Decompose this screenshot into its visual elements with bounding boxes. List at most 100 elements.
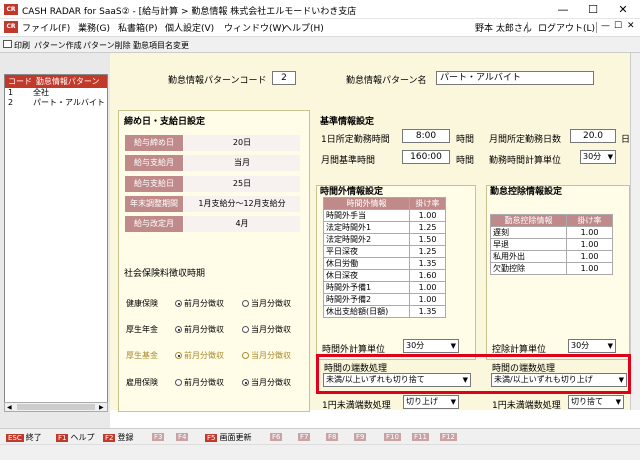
fkey-label: 終了 [25,433,42,442]
employment-insurance-curr-radio[interactable]: 当月分徴収 [242,377,291,388]
deduction-yen-rounding-select[interactable]: 切り捨て ▼ [568,395,624,409]
title-bar: CR CASH RADAR for SaaS② - [給与計算 > 勤怠情報 株… [0,0,640,19]
row-rate[interactable]: 1.25 [409,245,446,258]
table-row[interactable]: 私用外出 1.00 [490,250,613,263]
fkey-badge: F8 [326,433,339,441]
row-rate[interactable]: 1.35 [409,257,446,270]
list-horizontal-scrollbar[interactable]: ◀ ▶ [4,402,108,412]
pattern-code-label: 勤怠情報パターンコード [168,76,267,86]
fkey-badge: F12 [440,433,457,441]
pay-revision-month-value[interactable]: 4月 [184,216,300,232]
fkey-badge: ESC [6,434,24,442]
delete-pattern-button[interactable]: パターン削除 [83,40,131,51]
menu-mailbox[interactable]: 私書箱(P) [118,21,157,34]
create-pattern-button[interactable]: パターン作成 [34,40,82,51]
overtime-yen-rounding-select[interactable]: 切り上げ ▼ [403,395,459,409]
pay-closing-day-value[interactable]: 20日 [184,135,300,151]
health-insurance-curr-radio[interactable]: 当月分徴収 [242,298,291,309]
menu-restore-button[interactable]: ☐ [614,21,622,31]
rename-item-button[interactable]: 勤怠項目名変更 [133,40,189,51]
table-row[interactable]: 欠勤控除 1.00 [490,262,613,275]
fkey-f1[interactable]: F1 ヘルプ [56,432,94,443]
row-rate[interactable]: 1.00 [566,250,613,263]
table-row[interactable]: 休日労働 1.35 [323,257,446,270]
row-rate[interactable]: 1.60 [409,269,446,282]
fkey-f2[interactable]: F2 登録 [103,432,133,443]
print-button[interactable]: 印刷 [14,40,30,51]
table-row[interactable]: 休出支給額(日額) 1.35 [323,305,446,318]
monthly-base-field[interactable]: 160:00 [402,150,450,164]
radio-icon [175,379,182,386]
dropdown-arrow-icon: ▼ [462,376,468,384]
pension-prev-radio[interactable]: 前月分徴収 [175,324,224,335]
row-name: 時間外予備1 [323,281,410,294]
table-row[interactable]: 早退 1.00 [490,238,613,251]
fkey-esc[interactable]: ESC 終了 [6,432,42,443]
daily-hours-field[interactable]: 8:00 [402,129,450,143]
scroll-right-icon[interactable]: ▶ [99,404,104,411]
row-rate[interactable]: 1.25 [409,221,446,234]
row-rate[interactable]: 1.00 [566,238,613,251]
year-end-period-value[interactable]: 1月支給分～12月支給分 [184,196,300,212]
deduction-unit-select[interactable]: 30分 ▼ [568,339,616,353]
select-value: 未満/以上いずれも切り上げ [494,375,593,384]
monthly-days-field[interactable]: 20.0 [570,129,616,143]
scroll-thumb[interactable] [17,404,95,410]
row-rate[interactable]: 1.00 [409,281,446,294]
pattern-code: 1 [8,88,14,97]
row-rate[interactable]: 1.00 [409,293,446,306]
row-rate[interactable]: 1.00 [566,226,613,239]
pay-day-value[interactable]: 25日 [184,176,300,192]
pay-month-value[interactable]: 当月 [184,155,300,171]
row-rate[interactable]: 1.00 [409,209,446,222]
pattern-name-field[interactable]: パート・アルバイト [436,71,594,85]
table-row[interactable]: 休日深夜 1.60 [323,269,446,282]
fkey-f5[interactable]: F5 画面更新 [205,432,251,443]
function-key-bar: ESC 終了 F1 ヘルプ F2 登録 F3 F4 F5 画面更新 F6 F7 F8 F9 F10 F11 F1… [0,428,640,444]
select-value: 切り上げ [406,397,438,406]
menu-close-button[interactable]: ✕ [627,21,635,31]
minimize-button[interactable]: — [548,0,578,19]
overtime-unit-select[interactable]: 30分 ▼ [403,339,459,353]
printer-icon[interactable] [3,40,12,48]
fkey-label: 画面更新 [219,433,252,442]
dropdown-arrow-icon: ▼ [450,342,456,350]
menu-personal-settings[interactable]: 個人設定(V) [165,21,214,34]
fkey-f9: F9 [354,432,368,441]
menu-business[interactable]: 業務(G) [78,21,110,34]
menu-minimize-button[interactable]: — [601,21,610,31]
maximize-button[interactable]: ☐ [578,0,608,19]
row-rate[interactable]: 1.00 [566,262,613,275]
menu-help[interactable]: ヘルプ(H) [283,21,324,34]
calc-unit-select[interactable]: 30分 ▼ [580,150,616,164]
list-item[interactable]: 2 パート・アルバイト [5,98,107,108]
table-row[interactable]: 法定時間外2 1.50 [323,233,446,246]
fkey-f8: F8 [326,432,340,441]
table-row[interactable]: 平日深夜 1.25 [323,245,446,258]
close-button[interactable]: ✕ [608,0,638,19]
table-row[interactable]: 遅刻 1.00 [490,226,613,239]
row-rate[interactable]: 1.35 [409,305,446,318]
deduction-rounding-select[interactable]: 未満/以上いずれも切り上げ ▼ [491,373,627,387]
menu-window[interactable]: ウィンドウ(W) [224,21,285,34]
overtime-rounding-select[interactable]: 未満/以上いずれも切り捨て ▼ [323,373,471,387]
table-row[interactable]: 時間外予備1 1.00 [323,281,446,294]
table-row[interactable]: 時間外手当 1.00 [323,209,446,222]
main-vertical-scrollbar[interactable] [630,53,640,410]
pay-day-label: 給与支給日 [125,176,183,192]
fkey-f11: F11 [412,432,431,441]
employment-insurance-prev-radio[interactable]: 前月分徴収 [175,377,224,388]
scroll-left-icon[interactable]: ◀ [7,404,12,411]
row-rate[interactable]: 1.50 [409,233,446,246]
overtime-title: 時間外情報設定 [320,187,384,197]
health-insurance-prev-radio[interactable]: 前月分徴収 [175,298,224,309]
table-row[interactable]: 時間外予備2 1.00 [323,293,446,306]
app-menu-icon[interactable]: CR [4,21,18,33]
toolbar: 印刷 パターン作成 パターン削除 勤怠項目名変更 [0,36,640,53]
table-row[interactable]: 法定時間外1 1.25 [323,221,446,234]
pension-curr-radio[interactable]: 当月分徴収 [242,324,291,335]
list-item[interactable]: 1 全社 [5,88,107,98]
menu-file[interactable]: ファイル(F) [22,21,70,34]
logout-button[interactable]: ログアウト(L) [538,21,595,34]
pattern-code-field[interactable]: 2 [272,71,296,85]
